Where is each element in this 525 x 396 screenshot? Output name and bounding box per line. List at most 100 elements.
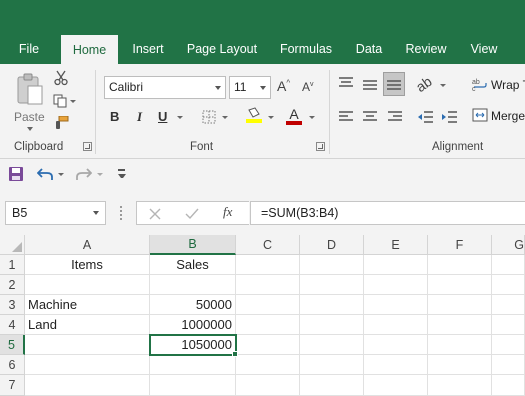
cell-c5[interactable] bbox=[236, 335, 300, 355]
undo-icon[interactable] bbox=[37, 167, 53, 181]
cell-e4[interactable] bbox=[364, 315, 428, 335]
insert-function-icon[interactable]: fx bbox=[223, 204, 232, 220]
cell-f3[interactable] bbox=[428, 295, 492, 315]
align-middle-icon[interactable] bbox=[362, 78, 378, 92]
copy-icon[interactable] bbox=[53, 94, 67, 108]
tab-view[interactable]: View bbox=[462, 34, 506, 64]
select-all-corner[interactable] bbox=[0, 235, 25, 255]
column-header-c[interactable]: C bbox=[236, 235, 300, 255]
cell-c3[interactable] bbox=[236, 295, 300, 315]
row-header-2[interactable]: 2 bbox=[0, 275, 25, 295]
column-header-b[interactable]: B bbox=[150, 235, 236, 255]
formula-input[interactable]: =SUM(B3:B4) bbox=[250, 201, 525, 225]
align-right-icon[interactable] bbox=[387, 110, 403, 124]
bold-button[interactable]: B bbox=[110, 109, 119, 124]
row-header-5[interactable]: 5 bbox=[0, 335, 25, 355]
cell-g5[interactable] bbox=[492, 335, 525, 355]
cell-e7[interactable] bbox=[364, 375, 428, 396]
cell-a6[interactable] bbox=[25, 355, 150, 375]
enter-check-icon[interactable] bbox=[185, 208, 199, 220]
align-center-icon[interactable] bbox=[362, 110, 378, 124]
tab-file[interactable]: File bbox=[8, 34, 50, 64]
row-header-4[interactable]: 4 bbox=[0, 315, 25, 335]
cell-c2[interactable] bbox=[236, 275, 300, 295]
cell-d5[interactable] bbox=[300, 335, 364, 355]
cell-a3[interactable]: Machine bbox=[25, 295, 150, 315]
cell-f6[interactable] bbox=[428, 355, 492, 375]
borders-icon[interactable] bbox=[202, 110, 216, 124]
paste-button[interactable]: Paste bbox=[10, 70, 50, 134]
cell-g1[interactable] bbox=[492, 255, 525, 275]
cell-d4[interactable] bbox=[300, 315, 364, 335]
cell-g4[interactable] bbox=[492, 315, 525, 335]
font-name-box[interactable]: Calibri bbox=[104, 76, 226, 99]
tab-review[interactable]: Review bbox=[400, 34, 452, 64]
merge-center-button[interactable]: Merge bbox=[472, 108, 525, 126]
cell-a4[interactable]: Land bbox=[25, 315, 150, 335]
align-bottom-button[interactable] bbox=[383, 72, 405, 96]
row-header-7[interactable]: 7 bbox=[0, 375, 25, 396]
cell-f4[interactable] bbox=[428, 315, 492, 335]
cell-a1[interactable]: Items bbox=[25, 255, 150, 275]
cell-d7[interactable] bbox=[300, 375, 364, 396]
fill-handle[interactable] bbox=[232, 351, 238, 357]
customize-toolbar-icon[interactable] bbox=[118, 169, 126, 179]
cell-f7[interactable] bbox=[428, 375, 492, 396]
column-header-g[interactable]: G bbox=[492, 235, 525, 255]
align-left-icon[interactable] bbox=[338, 110, 354, 124]
name-box[interactable]: B5 bbox=[5, 201, 106, 225]
cell-b1[interactable]: Sales bbox=[150, 255, 236, 275]
chevron-down-icon[interactable] bbox=[309, 116, 315, 119]
column-header-a[interactable]: A bbox=[25, 235, 150, 255]
column-header-d[interactable]: D bbox=[300, 235, 364, 255]
row-header-1[interactable]: 1 bbox=[0, 255, 25, 275]
cell-g6[interactable] bbox=[492, 355, 525, 375]
chevron-down-icon[interactable] bbox=[222, 116, 228, 119]
cell-a2[interactable] bbox=[25, 275, 150, 295]
font-size-box[interactable]: 11 bbox=[229, 76, 271, 99]
cell-b5[interactable]: 1050000 bbox=[150, 335, 236, 355]
cell-d3[interactable] bbox=[300, 295, 364, 315]
decrease-indent-icon[interactable] bbox=[416, 110, 434, 124]
column-header-e[interactable]: E bbox=[364, 235, 428, 255]
chevron-down-icon[interactable] bbox=[97, 173, 103, 176]
cell-a7[interactable] bbox=[25, 375, 150, 396]
tab-page-layout[interactable]: Page Layout bbox=[180, 34, 264, 64]
cell-c6[interactable] bbox=[236, 355, 300, 375]
chevron-down-icon[interactable] bbox=[70, 100, 76, 103]
cut-icon[interactable] bbox=[54, 70, 68, 86]
row-header-3[interactable]: 3 bbox=[0, 295, 25, 315]
orientation-icon[interactable]: ab bbox=[413, 73, 435, 95]
chevron-down-icon[interactable] bbox=[440, 84, 446, 87]
cell-b2[interactable] bbox=[150, 275, 236, 295]
cell-g2[interactable] bbox=[492, 275, 525, 295]
italic-button[interactable]: I bbox=[137, 109, 142, 125]
shrink-font-icon[interactable]: Av bbox=[302, 80, 314, 94]
align-top-icon[interactable] bbox=[338, 76, 354, 90]
cell-f5[interactable] bbox=[428, 335, 492, 355]
tab-formulas[interactable]: Formulas bbox=[274, 34, 338, 64]
chevron-down-icon[interactable] bbox=[177, 116, 183, 119]
cell-c1[interactable] bbox=[236, 255, 300, 275]
save-icon[interactable] bbox=[8, 166, 24, 182]
wrap-text-button[interactable]: ab c Wrap T bbox=[472, 77, 525, 95]
format-painter-icon[interactable] bbox=[53, 116, 69, 130]
cancel-icon[interactable] bbox=[149, 208, 161, 220]
increase-indent-icon[interactable] bbox=[440, 110, 458, 124]
cell-b6[interactable] bbox=[150, 355, 236, 375]
column-header-f[interactable]: F bbox=[428, 235, 492, 255]
cell-e2[interactable] bbox=[364, 275, 428, 295]
tab-data[interactable]: Data bbox=[348, 34, 390, 64]
cell-a5[interactable] bbox=[25, 335, 150, 355]
cell-e6[interactable] bbox=[364, 355, 428, 375]
cell-c7[interactable] bbox=[236, 375, 300, 396]
underline-button[interactable]: U bbox=[158, 109, 167, 124]
font-launcher-icon[interactable] bbox=[316, 142, 325, 151]
chevron-down-icon[interactable] bbox=[268, 116, 274, 119]
cell-b4[interactable]: 1000000 bbox=[150, 315, 236, 335]
splitter-dots-icon[interactable] bbox=[120, 206, 123, 220]
grow-font-icon[interactable]: A^ bbox=[277, 78, 290, 94]
cell-f1[interactable] bbox=[428, 255, 492, 275]
cell-c4[interactable] bbox=[236, 315, 300, 335]
cell-f2[interactable] bbox=[428, 275, 492, 295]
